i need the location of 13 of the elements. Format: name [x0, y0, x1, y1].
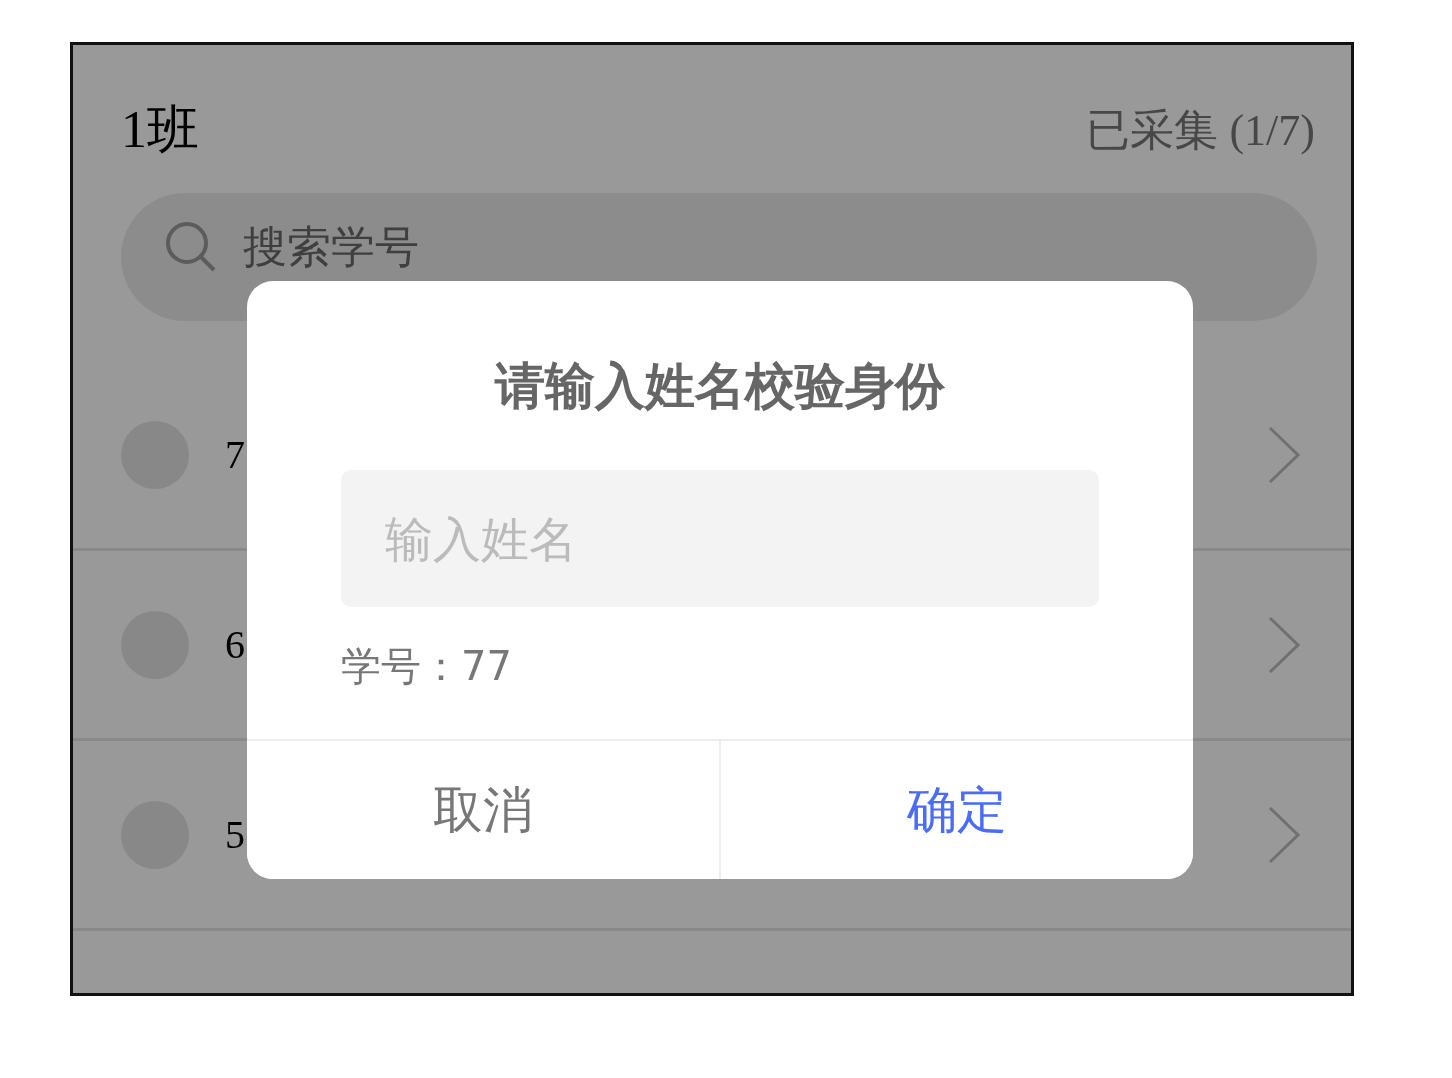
collected-count: 已采集 (1/7): [1086, 104, 1315, 157]
chevron-right-icon[interactable]: [1267, 424, 1301, 485]
student-id: 学号：77: [341, 642, 513, 691]
dialog-title: 请输入姓名校验身份: [493, 356, 946, 417]
student-number: 7: [225, 431, 245, 478]
chevron-right-icon[interactable]: [1267, 614, 1301, 675]
student-number: 5: [225, 811, 245, 858]
chevron-right-icon[interactable]: [1267, 804, 1301, 865]
class-title: 1班: [121, 100, 199, 160]
confirm-button[interactable]: 确定: [719, 741, 1193, 879]
search-icon: [165, 221, 217, 273]
name-input[interactable]: 输入姓名: [341, 470, 1099, 607]
student-number: 6: [225, 621, 245, 668]
